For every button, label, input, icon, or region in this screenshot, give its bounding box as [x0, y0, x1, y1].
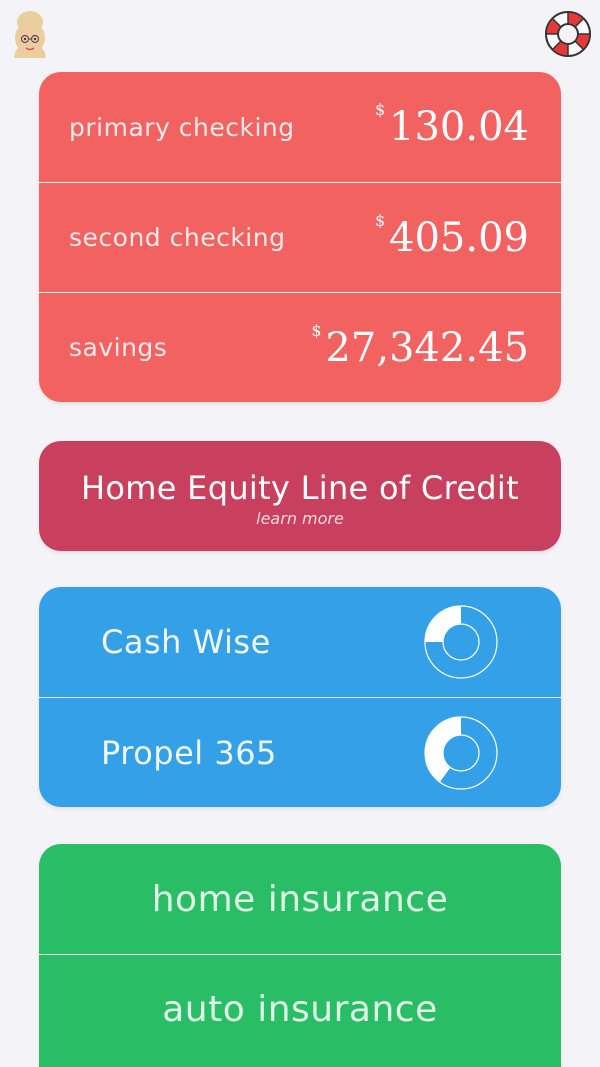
learn-more-link[interactable]: learn more — [39, 509, 561, 528]
ring-progress-segment — [425, 606, 461, 642]
account-name: second checking — [69, 223, 286, 252]
account-balance: $405.09 — [375, 211, 529, 261]
top-bar — [0, 0, 600, 64]
currency-symbol: $ — [311, 320, 322, 340]
goal-row-propel-365[interactable]: Propel 365 — [39, 697, 561, 807]
heloc-title: Home Equity Line of Credit — [81, 469, 519, 507]
balance-value: 130.04 — [389, 104, 529, 150]
goal-row-cash-wise[interactable]: Cash Wise — [39, 587, 561, 697]
balance-value: 405.09 — [389, 214, 529, 261]
account-row-primary-checking[interactable]: primary checking $130.04 — [39, 72, 561, 182]
ring-inner-outline — [442, 733, 480, 772]
goal-name: Cash Wise — [101, 623, 271, 661]
goal-name: Propel 365 — [101, 733, 277, 772]
goal-progress-ring — [424, 605, 498, 679]
account-row-savings[interactable]: savings $27,342.45 — [39, 292, 561, 402]
accounts-card: primary checking $130.04 second checking… — [39, 72, 561, 402]
account-name: primary checking — [69, 112, 295, 142]
insurance-label: home insurance — [151, 878, 449, 920]
goals-card: Cash Wise Propel 365 — [39, 587, 561, 807]
currency-symbol: $ — [375, 100, 386, 119]
account-row-second-checking[interactable]: second checking $405.09 — [39, 182, 561, 292]
account-balance: $130.04 — [375, 100, 529, 150]
ring-inner-outline — [442, 623, 480, 661]
account-name: savings — [69, 333, 168, 362]
heloc-card[interactable]: Home Equity Line of Credit learn more — [39, 441, 561, 551]
insurance-row-auto[interactable]: auto insurance — [39, 954, 561, 1064]
insurance-card: home insurance auto insurance — [39, 844, 561, 1067]
lifebuoy-icon[interactable] — [542, 8, 594, 60]
currency-symbol: $ — [375, 210, 386, 230]
account-balance: $27,342.45 — [311, 321, 529, 371]
balance-value: 27,342.45 — [325, 324, 529, 371]
insurance-label: auto insurance — [162, 989, 438, 1030]
insurance-row-home[interactable]: home insurance — [39, 844, 561, 954]
user-avatar-icon[interactable] — [6, 8, 54, 60]
goal-progress-ring — [424, 715, 498, 790]
